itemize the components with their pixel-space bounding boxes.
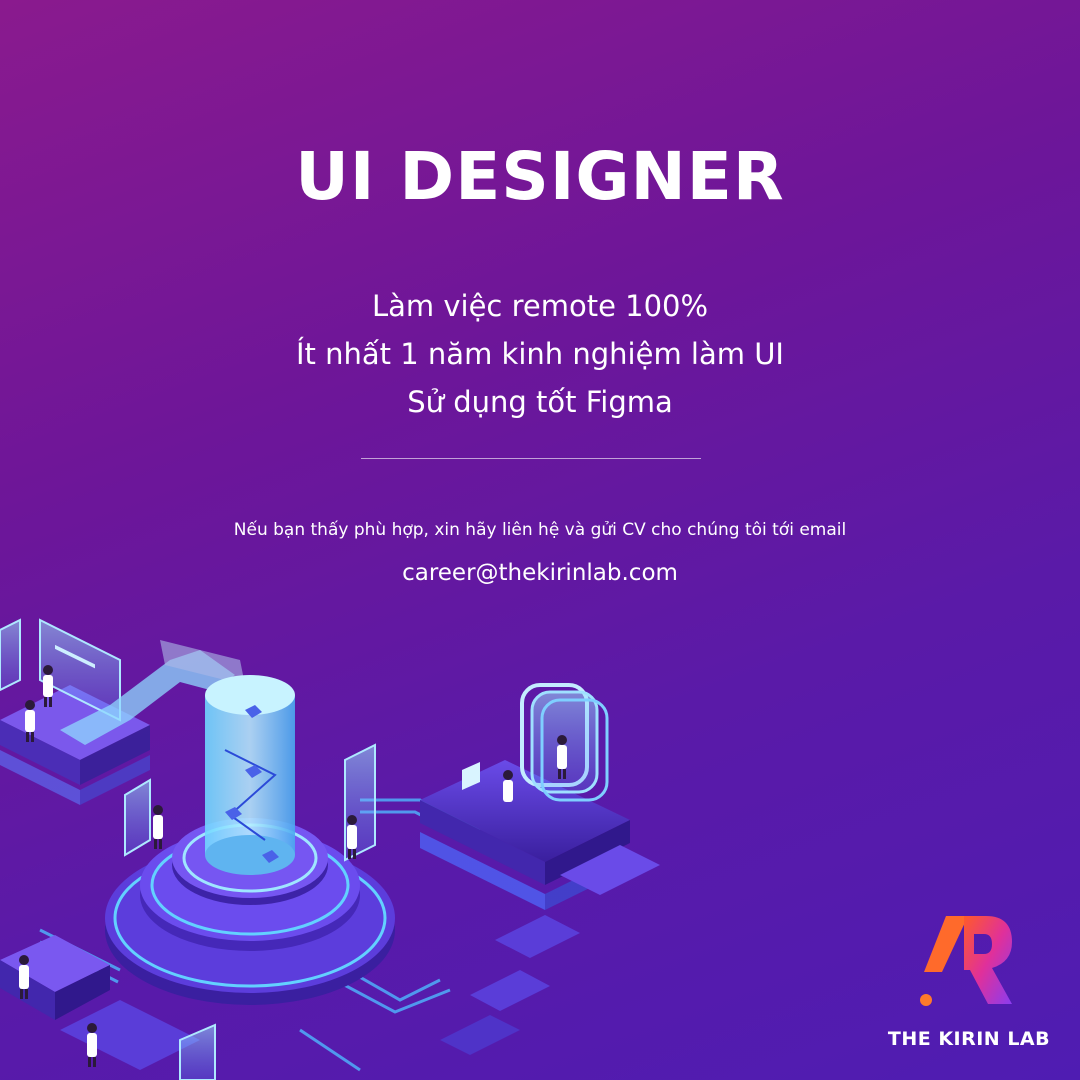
requirement-figma: Sử dụng tốt Figma xyxy=(407,385,673,419)
requirement-experience: Ít nhất 1 năm kinh nghiệm làm UI xyxy=(296,337,784,371)
apply-instructions: Nếu bạn thấy phù hợp, xin hãy liên hệ và… xyxy=(233,520,847,540)
job-title: UI DESIGNER xyxy=(295,138,785,215)
job-poster: UI DESIGNER Làm việc remote 100% Ít nhất… xyxy=(0,0,1080,1080)
requirement-remote: Làm việc remote 100% xyxy=(371,289,709,323)
contact-email[interactable]: career@thekirinlab.com xyxy=(0,560,1080,586)
requirements-list: Làm việc remote 100% Ít nhất 1 năm kinh … xyxy=(0,282,1080,426)
kirin-logo-icon xyxy=(920,916,1012,1006)
central-cylinder xyxy=(205,675,295,875)
divider xyxy=(361,458,701,459)
isometric-lab-illustration xyxy=(0,618,660,1080)
brand-name: THE KIRIN LAB xyxy=(887,1028,1051,1050)
